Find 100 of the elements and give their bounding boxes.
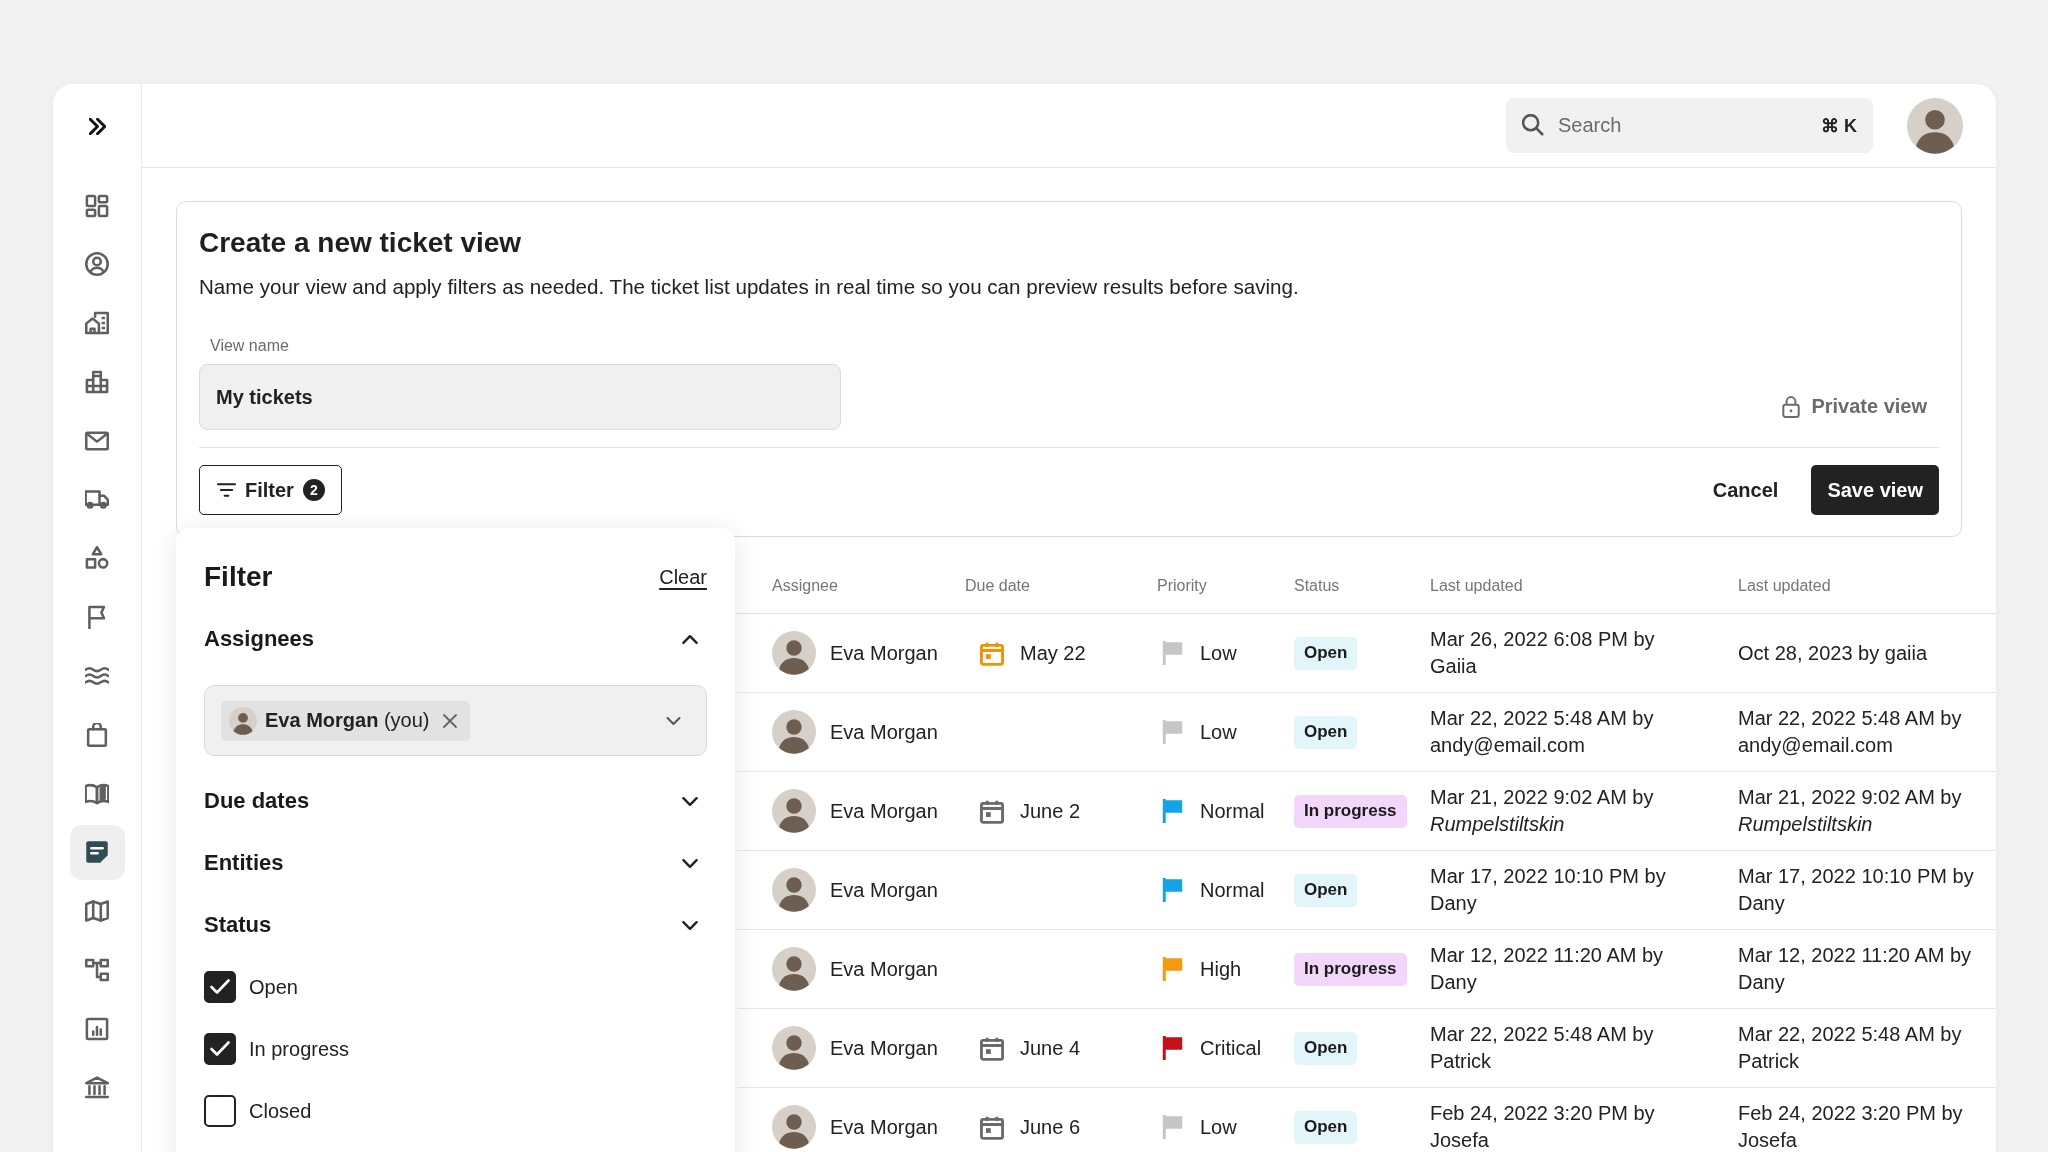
expand-sidebar-icon[interactable] (88, 117, 106, 135)
checkbox-label: Closed (249, 1099, 312, 1123)
last-updated-text: Mar 17, 2022 10:10 PM by Dany (1430, 864, 1667, 916)
priority-label: Low (1200, 641, 1237, 665)
last-updated-text: Oct 28, 2023 by gaiia (1738, 640, 1928, 666)
priority-label: Low (1200, 1115, 1237, 1139)
avatar-icon (772, 1105, 816, 1149)
last-updated-text: Mar 21, 2022 9:02 AM by Rumpelstiltskin (1738, 785, 1963, 837)
lock-icon (1782, 395, 1801, 418)
last-updated-text: Mar 22, 2022 5:48 AM by Patrick (1738, 1022, 1963, 1074)
section-toggle[interactable]: Entities (204, 832, 707, 894)
truck-icon (85, 487, 109, 512)
column-header: Due date (965, 577, 1030, 595)
due-date: June 2 (1020, 799, 1081, 823)
save-button[interactable]: Save view (1811, 465, 1939, 515)
due-date: May 22 (1020, 641, 1086, 665)
avatar-icon (772, 868, 816, 912)
cancel-button[interactable]: Cancel (1700, 465, 1791, 515)
remove-icon[interactable] (443, 713, 458, 728)
assignee-name: Eva Morgan (830, 641, 938, 665)
buildings-icon (85, 369, 109, 394)
assignee-name: Eva Morgan (830, 1115, 938, 1139)
assignee-name: Eva Morgan (830, 1036, 938, 1060)
column-header: Last updated (1738, 577, 1831, 595)
dashboard-icon (85, 193, 109, 218)
open-book-icon (85, 781, 109, 806)
avatar-icon (772, 789, 816, 833)
filter-button[interactable]: Filter 2 (199, 465, 342, 515)
assignee-name: Eva Morgan (830, 957, 938, 981)
avatar-icon (772, 631, 816, 675)
priority-label: Normal (1200, 799, 1265, 823)
checkbox-label: Open (249, 975, 298, 999)
clear-link[interactable]: Clear (659, 565, 707, 589)
last-updated-text: Mar 21, 2022 9:02 AM by Rumpelstiltskin (1430, 785, 1655, 837)
checkbox[interactable] (204, 1095, 236, 1127)
section-toggle[interactable]: Due dates (204, 770, 707, 832)
user-circle-icon (85, 252, 109, 277)
shopping-bag-icon (85, 722, 109, 747)
avatar-icon[interactable] (1907, 97, 1963, 154)
checkbox-label: In progress (249, 1037, 350, 1061)
checkbox[interactable] (204, 971, 236, 1003)
status-badge: Open (1294, 715, 1358, 749)
avatar-icon (772, 710, 816, 754)
map-icon (85, 899, 109, 924)
due-date: June 4 (1020, 1036, 1081, 1060)
last-updated-text: Mar 17, 2022 10:10 PM by Dany (1738, 864, 1975, 916)
priority-label: High (1200, 957, 1242, 981)
assignee-name: Eva Morgan (830, 878, 938, 902)
last-updated-text: Mar 12, 2022 11:20 AM by Dany (1738, 943, 1973, 995)
column-header: Priority (1157, 577, 1207, 595)
due-date: June 6 (1020, 1115, 1081, 1139)
chevron-down-icon[interactable] (666, 715, 681, 726)
checkmark-icon (210, 979, 230, 995)
assignee-select-field[interactable]: Eva Morgan (you) (204, 685, 707, 756)
keyboard-shortcut: ⌘ K (1821, 115, 1857, 137)
checkbox[interactable] (204, 1033, 236, 1065)
field-label: View name (210, 336, 289, 356)
priority-label: Normal (1200, 878, 1265, 902)
shapes-icon (85, 546, 109, 571)
status-badge: Open (1294, 1110, 1358, 1144)
search-icon (1522, 114, 1544, 136)
panel-title: Filter (204, 561, 273, 593)
checkmark-icon (210, 1041, 230, 1057)
status-badge: Open (1294, 1031, 1358, 1065)
hierarchy-icon (85, 957, 109, 982)
last-updated-text: Mar 22, 2022 5:48 AM by Patrick (1430, 1022, 1655, 1074)
column-header: Status (1294, 577, 1340, 595)
status-badge: In progress (1294, 952, 1407, 986)
status-badge: In progress (1294, 794, 1407, 828)
assignee-chip[interactable]: Eva Morgan (you) (221, 700, 471, 741)
section-toggle[interactable]: Assignees (204, 608, 707, 670)
form-title: Create a new ticket view (199, 226, 523, 260)
sidebar-nav-button[interactable] (69, 824, 125, 880)
private-view-button[interactable]: Private view (1782, 395, 1927, 418)
avatar-icon (229, 706, 257, 735)
section-toggle[interactable]: Status (204, 894, 707, 956)
priority-label: Critical (1200, 1036, 1262, 1060)
status-badge: Open (1294, 873, 1358, 907)
view-name-field[interactable]: My tickets (199, 364, 841, 430)
note-icon (85, 840, 109, 865)
bar-chart-icon (85, 1016, 109, 1041)
priority-label: Low (1200, 720, 1237, 744)
last-updated-text: Feb 24, 2022 3:20 PM by Josefa (1738, 1101, 1964, 1152)
column-header: Assignee (772, 577, 838, 595)
last-updated-text: Feb 24, 2022 3:20 PM by Josefa (1430, 1101, 1656, 1152)
house-building-icon (85, 311, 109, 336)
avatar-icon (772, 1026, 816, 1070)
last-updated-text: Mar 12, 2022 11:20 AM by Dany (1430, 943, 1665, 995)
status-badge: Open (1294, 636, 1358, 670)
last-updated-text: Mar 22, 2022 5:48 AM by andy@email.com (1738, 706, 1963, 758)
filter-icon (217, 483, 236, 497)
filter-count-badge: 2 (302, 479, 325, 501)
assignee-name: Eva Morgan (830, 799, 938, 823)
avatar-icon (772, 947, 816, 991)
form-description: Name your view and apply filters as needed. The ticket list updates in real time so you can preview results before saving. (199, 274, 1300, 300)
last-updated-text: Mar 26, 2022 6:08 PM by Gaiia (1430, 627, 1656, 679)
last-updated-text: Mar 22, 2022 5:48 AM by andy@email.com (1430, 706, 1655, 758)
assignee-name: Eva Morgan (830, 720, 938, 744)
column-header: Last updated (1430, 577, 1523, 595)
bank-icon (85, 1075, 109, 1100)
